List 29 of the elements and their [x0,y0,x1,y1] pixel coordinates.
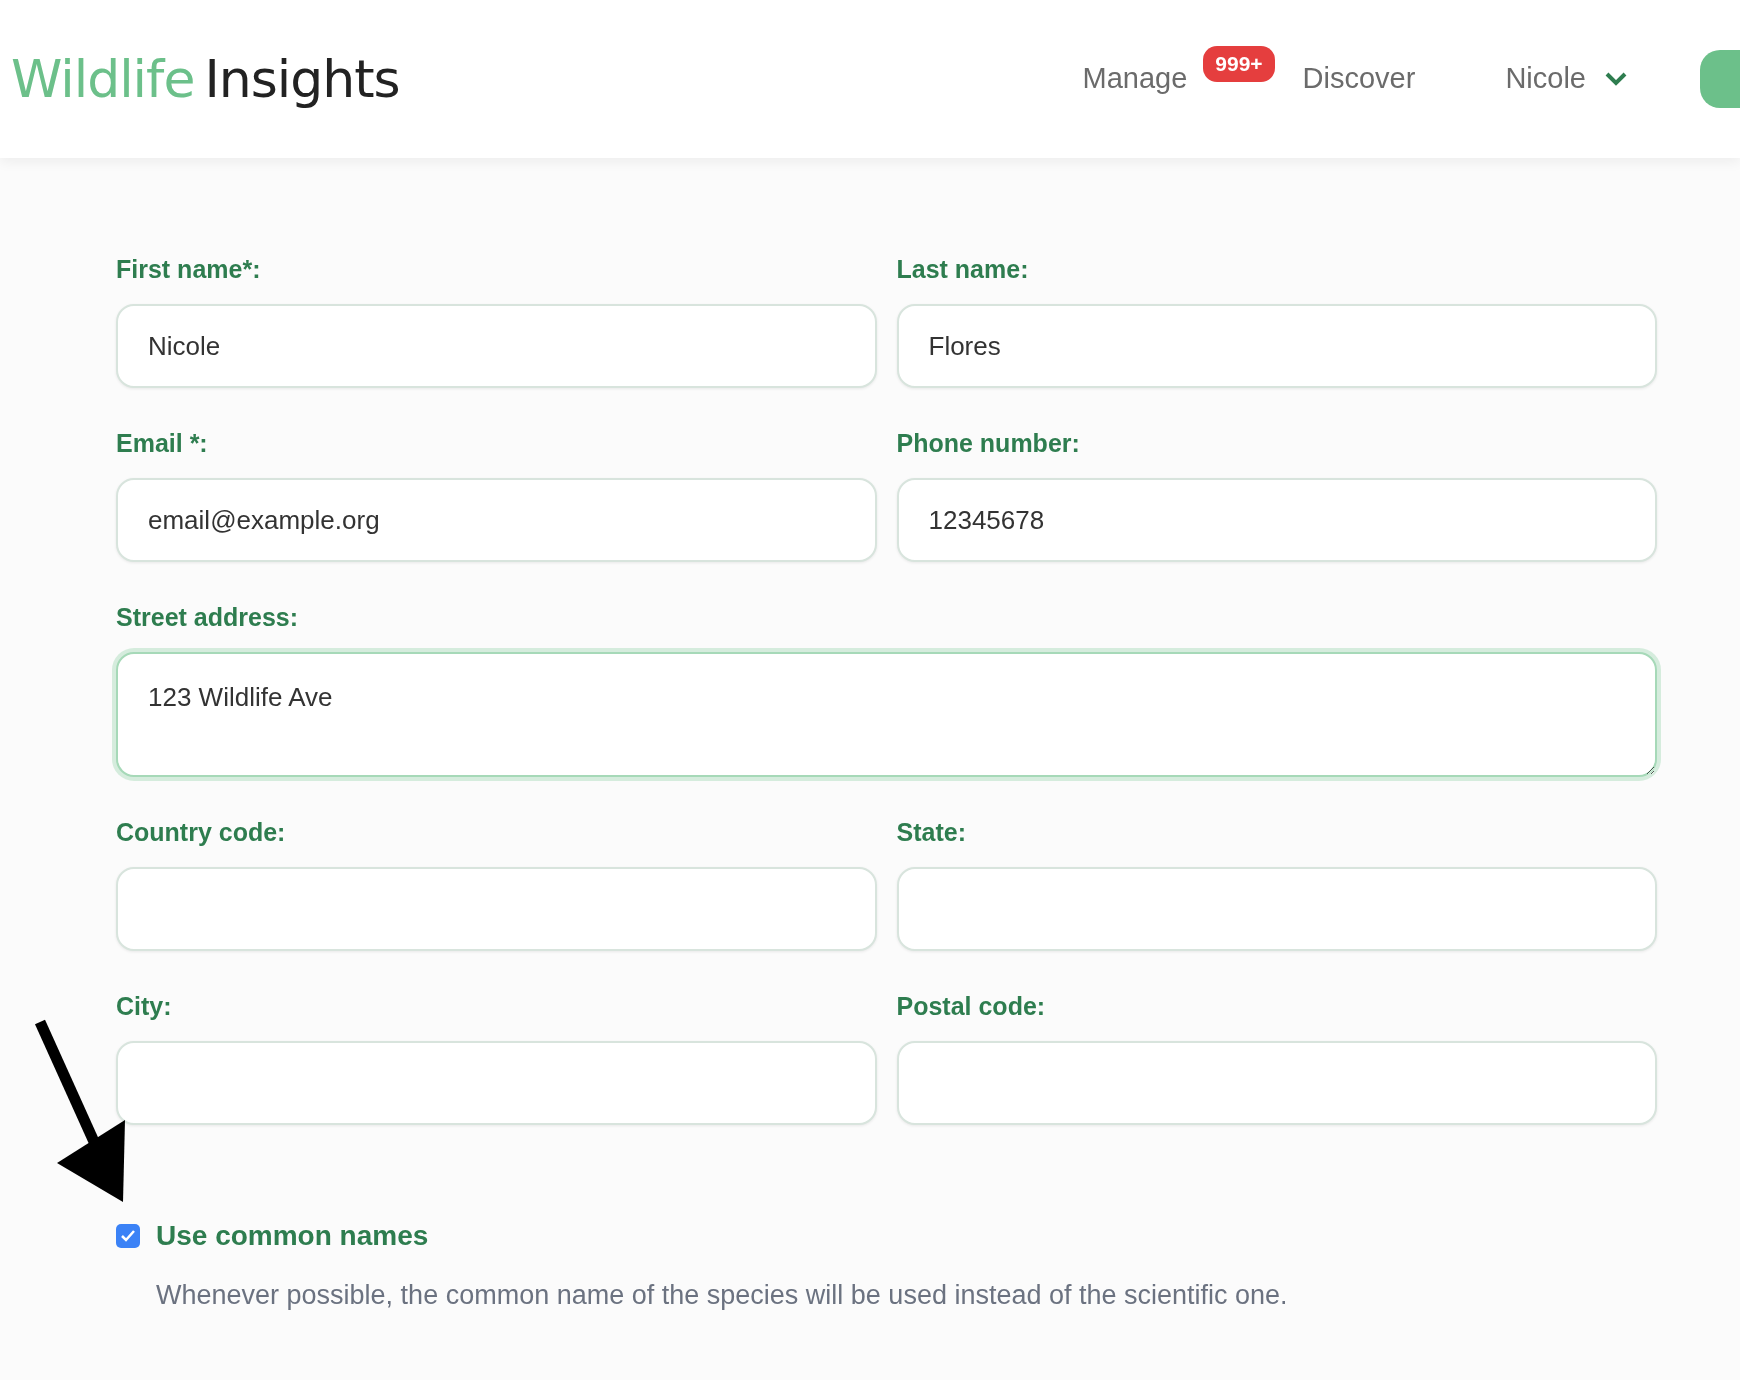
user-menu[interactable]: Nicole [1505,57,1628,101]
checkbox-label: Use common names [156,1219,429,1253]
option-description: Whenever possible, the common name of the species will be used instead of the scientific one. [156,1279,1289,1312]
nav-link[interactable]: Manage [1082,57,1188,101]
logo[interactable]: Wildlife Insights [11,40,400,118]
field-label: State: [896,817,967,847]
field-label: Last name: [896,254,1030,284]
input-field[interactable] [116,867,877,951]
input-field[interactable] [896,1041,1657,1125]
notification-badge: 999+ [1203,46,1275,82]
input-field[interactable]: 12345678 [896,478,1657,562]
address-field[interactable]: 123 Wildlife Ave [116,652,1657,777]
check-icon [120,1229,136,1243]
checkbox[interactable] [116,1224,140,1248]
round-button[interactable] [1700,50,1740,108]
input-field[interactable]: email@example.org [116,478,877,562]
field-label: Country code: [116,817,287,847]
input-field[interactable]: Nicole [116,304,877,388]
input-field[interactable]: Flores [896,304,1657,388]
field-label: First name*: [116,254,262,284]
field-label: City: [116,991,173,1021]
field-label: Phone number: [896,428,1081,458]
field-label: Postal code: [896,991,1047,1021]
input-field[interactable] [896,867,1657,951]
chevron-down-icon [1604,71,1628,87]
input-field[interactable] [116,1041,877,1125]
nav-link[interactable]: Discover [1302,57,1416,101]
field-label: Street address: [116,602,300,632]
field-label: Email *: [116,428,209,458]
